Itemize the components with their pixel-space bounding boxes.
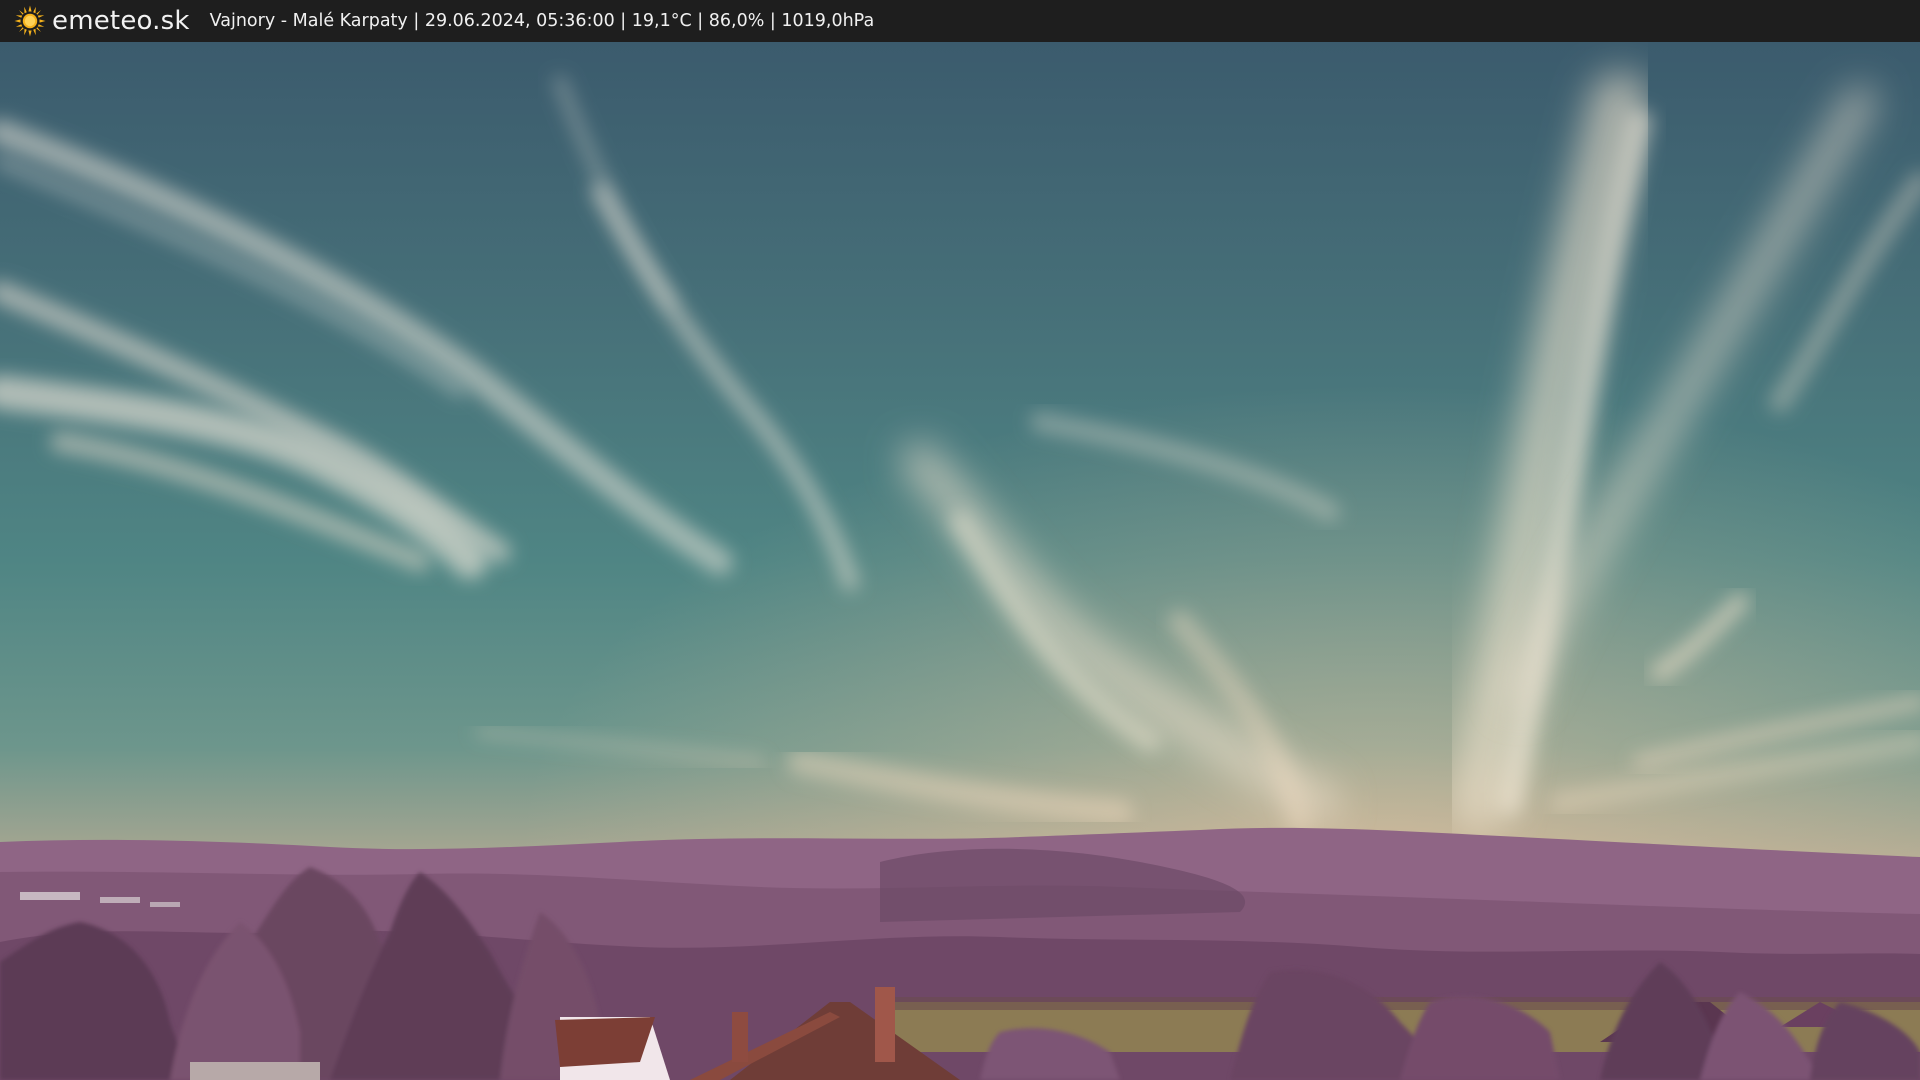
webcam-page: emeteo.sk Vajnory - Malé Karpaty | 29.06…: [0, 0, 1920, 1080]
caption-bar: emeteo.sk Vajnory - Malé Karpaty | 29.06…: [0, 0, 1920, 42]
station-caption: Vajnory - Malé Karpaty | 29.06.2024, 05:…: [210, 0, 875, 42]
temperature-value: 19,1°C: [631, 11, 692, 31]
separator: |: [691, 11, 709, 31]
brand[interactable]: emeteo.sk: [14, 0, 190, 42]
sun-icon: [14, 5, 46, 37]
datetime-label: 29.06.2024, 05:36:00: [424, 11, 615, 31]
separator: |: [764, 11, 782, 31]
location-label: Vajnory - Malé Karpaty: [209, 11, 408, 31]
webcam-image: [0, 42, 1920, 1080]
humidity-value: 86,0%: [708, 11, 765, 31]
separator: |: [614, 11, 632, 31]
separator: |: [407, 11, 425, 31]
brand-name: emeteo.sk: [52, 6, 190, 36]
pressure-value: 1019,0hPa: [781, 11, 875, 31]
